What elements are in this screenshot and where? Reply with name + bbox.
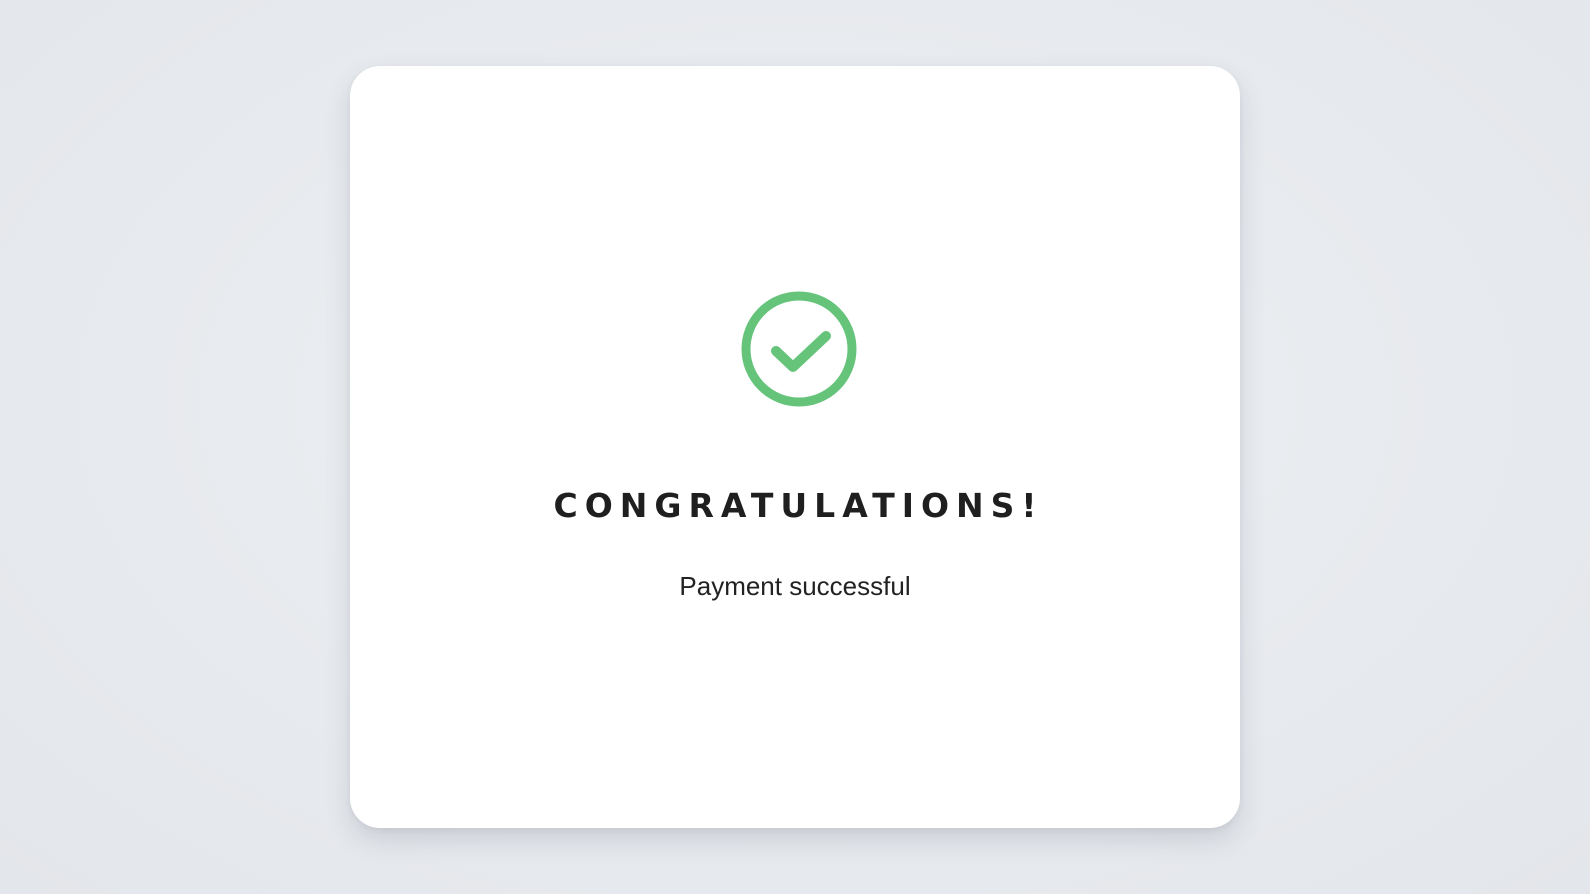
check-circle-icon xyxy=(739,289,859,409)
success-message: Payment successful xyxy=(679,571,911,601)
success-title: CONGRATULATIONS! xyxy=(553,486,1044,525)
success-card: CONGRATULATIONS! Payment successful xyxy=(350,66,1240,828)
